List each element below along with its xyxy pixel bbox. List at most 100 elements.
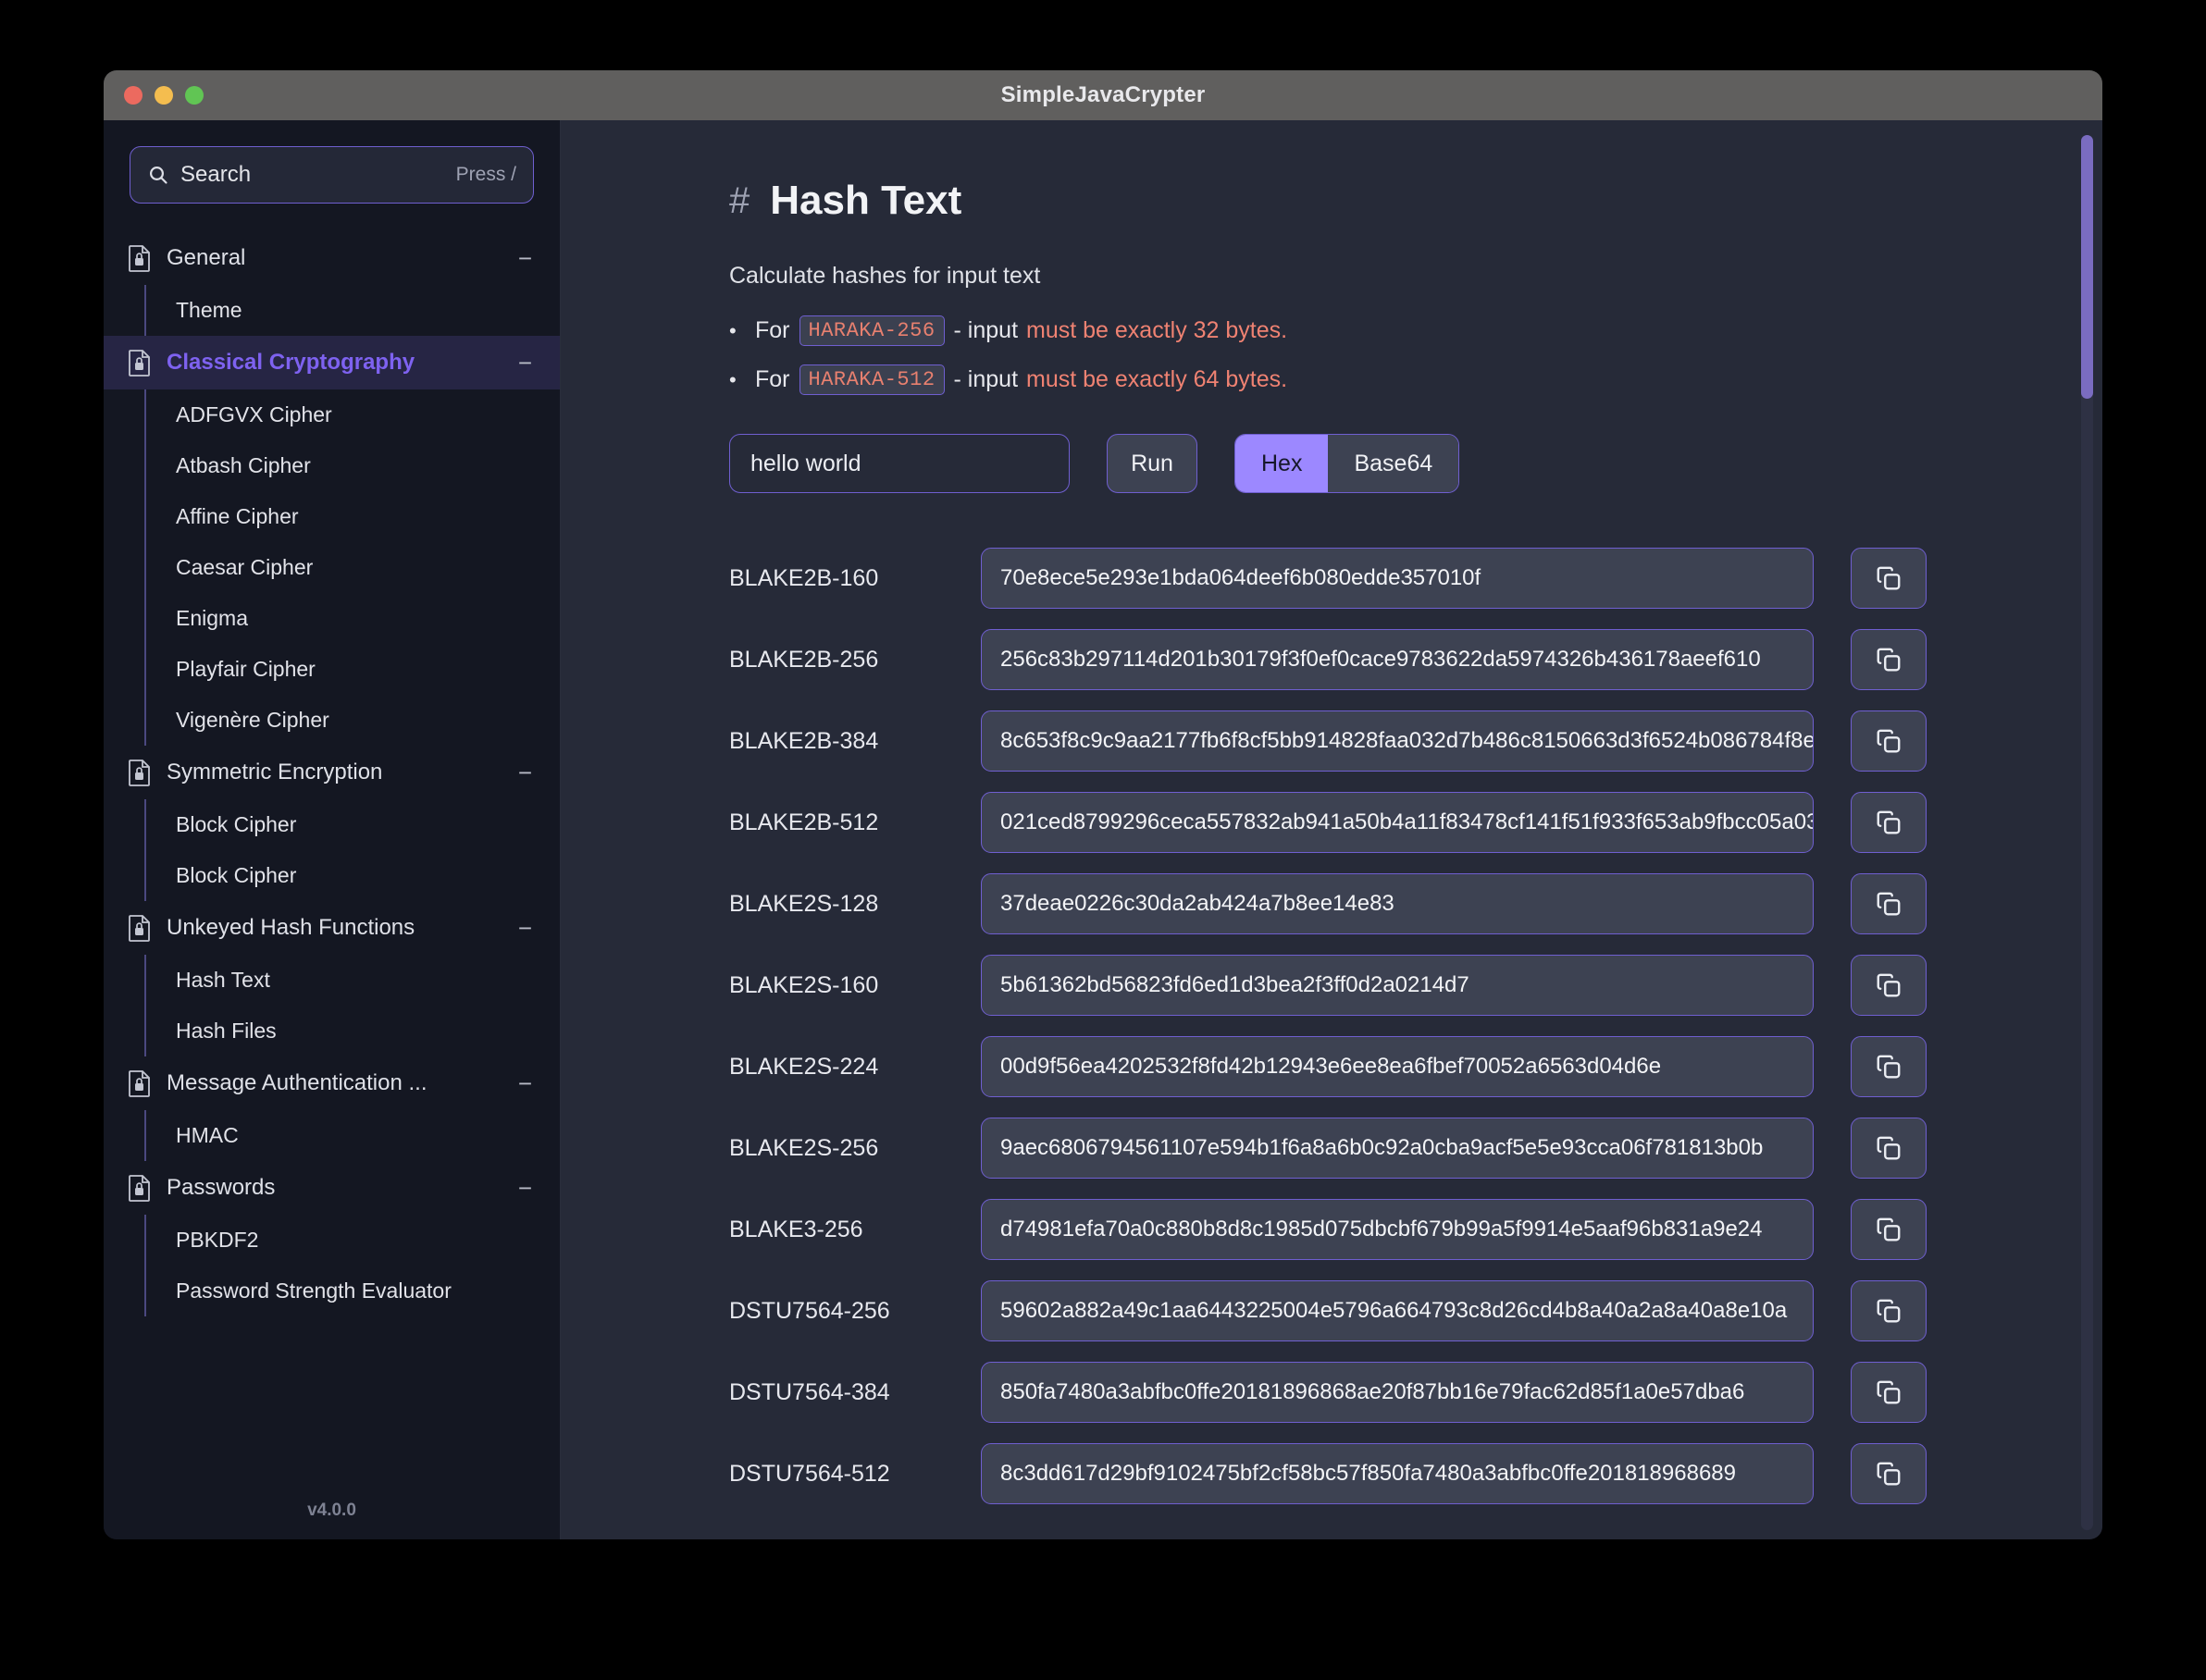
copy-button[interactable] [1851,1280,1927,1341]
copy-button[interactable] [1851,792,1927,853]
collapse-toggle-icon[interactable]: − [518,351,534,375]
copy-button[interactable] [1851,1199,1927,1260]
hash-result-row: BLAKE2S-2569aec6806794561107e594b1f6a8a6… [729,1107,1991,1189]
main-scrollbar-thumb[interactable] [2081,135,2093,399]
sidebar-section-label: Message Authentication ... [167,1070,503,1096]
file-lock-icon [128,349,152,377]
sidebar-item-block-cipher[interactable]: Block Cipher [146,799,560,850]
encoding-toggle: Hex Base64 [1234,434,1459,493]
search-input[interactable]: Search [180,162,445,188]
copy-icon [1875,1460,1902,1488]
sidebar-item-password-strength-evaluator[interactable]: Password Strength Evaluator [146,1266,560,1316]
hash-algorithm-label: DSTU7564-512 [729,1461,981,1488]
copy-button[interactable] [1851,955,1927,1016]
collapse-toggle-icon[interactable]: − [518,916,534,940]
sidebar-item-hmac[interactable]: HMAC [146,1110,560,1161]
sidebar-section-unkeyed-hash-functions[interactable]: Unkeyed Hash Functions− [104,901,560,955]
sidebar-section-items: HMAC [144,1110,560,1161]
sidebar-section-general[interactable]: General− [104,231,560,285]
search-shortcut-hint: Press / [456,164,516,186]
encoding-option-hex[interactable]: Hex [1235,435,1328,492]
search-box[interactable]: Search Press / [130,146,534,204]
sidebar-section-passwords[interactable]: Passwords− [104,1161,560,1215]
sidebar-section-items: Hash TextHash Files [144,955,560,1056]
sidebar-item-block-cipher[interactable]: Block Cipher [146,850,560,901]
sidebar-section-label: General [167,245,503,271]
hash-value-field[interactable]: d74981efa70a0c880b8d8c1985d075dbcbf679b9… [981,1199,1814,1260]
sidebar-item-vigen-re-cipher[interactable]: Vigenère Cipher [146,695,560,746]
copy-button[interactable] [1851,1443,1927,1504]
main-scrollbar[interactable] [2081,135,2093,1530]
hash-algorithm-label: BLAKE2S-224 [729,1054,981,1081]
hash-value-field[interactable]: 256c83b297114d201b30179f3f0ef0cace978362… [981,629,1814,690]
sidebar-section-message-authentication[interactable]: Message Authentication ...− [104,1056,560,1110]
requirement-item: •ForHARAKA-256- inputmust be exactly 32 … [729,315,1991,346]
sidebar-item-theme[interactable]: Theme [146,285,560,336]
encoding-option-base64[interactable]: Base64 [1328,435,1458,492]
copy-button[interactable] [1851,1362,1927,1423]
hash-algorithm-label: BLAKE2B-160 [729,565,981,592]
copy-button[interactable] [1851,873,1927,934]
collapse-toggle-icon[interactable]: − [518,1071,534,1095]
page-title: Hash Text [770,178,961,224]
file-lock-icon [128,759,152,786]
hash-value-field[interactable]: 00d9f56ea4202532f8fd42b12943e6ee8ea6fbef… [981,1036,1814,1097]
copy-button[interactable] [1851,710,1927,772]
sidebar-item-playfair-cipher[interactable]: Playfair Cipher [146,644,560,695]
app-version: v4.0.0 [104,1482,560,1539]
copy-icon [1875,1053,1902,1081]
bullet-icon: • [729,368,755,392]
sidebar-section-items: Block CipherBlock Cipher [144,799,560,901]
main-content: # Hash Text Calculate hashes for input t… [561,120,2102,1539]
hash-algorithm-label: BLAKE2B-384 [729,728,981,755]
requirement-mid: - input [954,366,1018,393]
hash-icon: # [729,180,750,222]
hash-result-row: DSTU7564-5128c3dd617d29bf9102475bf2cf58b… [729,1433,1991,1514]
sidebar-item-hash-text[interactable]: Hash Text [146,955,560,1006]
hash-algorithm-label: BLAKE2S-256 [729,1135,981,1162]
sidebar-item-pbkdf2[interactable]: PBKDF2 [146,1215,560,1266]
hash-value-field[interactable]: 37deae0226c30da2ab424a7b8ee14e83 [981,873,1814,934]
hash-value-field[interactable]: 8c3dd617d29bf9102475bf2cf58bc57f850fa748… [981,1443,1814,1504]
copy-icon [1875,1134,1902,1162]
copy-button[interactable] [1851,629,1927,690]
sidebar-section-classical-cryptography[interactable]: Classical Cryptography− [104,336,560,389]
page-header: # Hash Text [729,178,1991,224]
hash-value-field[interactable]: 9aec6806794561107e594b1f6a8a6b0c92a0cba9… [981,1118,1814,1179]
hash-value-field[interactable]: 8c653f8c9c9aa2177fb6f8cf5bb914828faa032d… [981,710,1814,772]
hash-results-list: BLAKE2B-16070e8ece5e293e1bda064deef6b080… [729,537,1991,1514]
copy-button[interactable] [1851,1036,1927,1097]
file-lock-icon [128,1174,152,1202]
collapse-toggle-icon[interactable]: − [518,246,534,270]
sidebar-item-affine-cipher[interactable]: Affine Cipher [146,491,560,542]
copy-icon [1875,1216,1902,1243]
hash-algorithm-label: BLAKE3-256 [729,1217,981,1243]
window-titlebar: SimpleJavaCrypter [104,70,2102,120]
hash-input[interactable] [729,434,1070,493]
requirement-mid: - input [954,317,1018,344]
sidebar-section-symmetric-encryption[interactable]: Symmetric Encryption− [104,746,560,799]
copy-button[interactable] [1851,548,1927,609]
requirement-prefix: For [755,317,790,344]
sidebar-section-items: Theme [144,285,560,336]
hash-value-field[interactable]: 850fa7480a3abfbc0ffe20181896868ae20f87bb… [981,1362,1814,1423]
sidebar-section-label: Unkeyed Hash Functions [167,915,503,941]
copy-button[interactable] [1851,1118,1927,1179]
sidebar-item-hash-files[interactable]: Hash Files [146,1006,560,1056]
hash-value-field[interactable]: 70e8ece5e293e1bda064deef6b080edde357010f [981,548,1814,609]
copy-icon [1875,564,1902,592]
hash-value-field[interactable]: 59602a882a49c1aa6443225004e5796a664793c8… [981,1280,1814,1341]
requirement-prefix: For [755,366,790,393]
hash-value-field[interactable]: 021ced8799296ceca557832ab941a50b4a11f834… [981,792,1814,853]
run-button[interactable]: Run [1107,434,1197,493]
sidebar-item-enigma[interactable]: Enigma [146,593,560,644]
hash-value-field[interactable]: 5b61362bd56823fd6ed1d3bea2f3ff0d2a0214d7 [981,955,1814,1016]
sidebar-section-items: PBKDF2Password Strength Evaluator [144,1215,560,1316]
collapse-toggle-icon[interactable]: − [518,1176,534,1200]
sidebar-item-caesar-cipher[interactable]: Caesar Cipher [146,542,560,593]
sidebar-item-adfgvx-cipher[interactable]: ADFGVX Cipher [146,389,560,440]
sidebar-item-atbash-cipher[interactable]: Atbash Cipher [146,440,560,491]
sidebar-search-wrap: Search Press / [104,120,560,204]
copy-icon [1875,1378,1902,1406]
collapse-toggle-icon[interactable]: − [518,760,534,784]
